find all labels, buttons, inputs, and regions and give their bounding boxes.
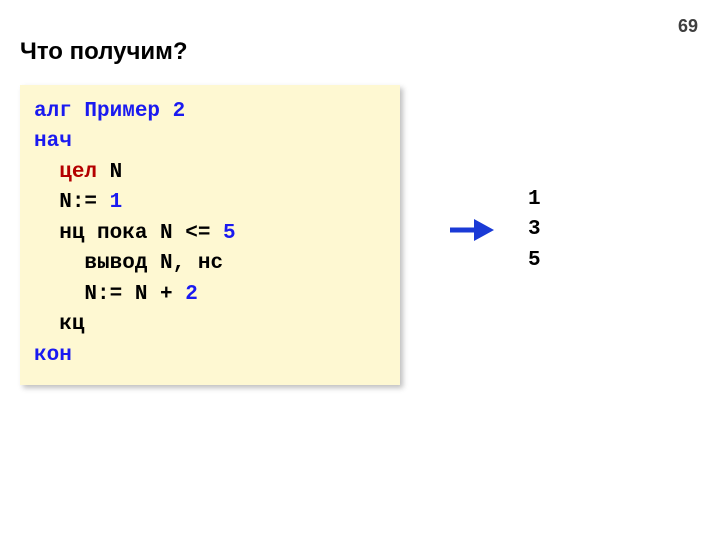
loop-end: кц — [59, 313, 84, 336]
code-line-2: нач — [34, 127, 386, 157]
keyword-int: цел — [59, 161, 97, 184]
keyword-end: кон — [34, 344, 72, 367]
keyword-alg: алг — [34, 100, 72, 123]
output-line-2: 3 — [528, 215, 541, 245]
literal-2: 2 — [173, 283, 198, 306]
increment-lhs: N:= N + — [84, 283, 172, 306]
print-stmt: вывод N, нс — [84, 252, 223, 275]
code-line-8: кц — [34, 310, 386, 340]
code-block: алг Пример 2 нач цел N N:= 1 нц пока N <… — [20, 85, 400, 385]
code-line-5: нц пока N <= 5 — [34, 219, 386, 249]
output-block: 1 3 5 — [528, 185, 541, 276]
page-number: 69 — [678, 16, 698, 37]
arrow-icon — [448, 215, 494, 245]
loop-header: нц пока N <= — [59, 222, 210, 245]
code-line-4: N:= 1 — [34, 188, 386, 218]
code-line-6: вывод N, нс — [34, 249, 386, 279]
output-line-3: 5 — [528, 246, 541, 276]
slide-title: Что получим? — [20, 38, 188, 66]
code-line-3: цел N — [34, 158, 386, 188]
assign-lhs: N:= — [59, 191, 97, 214]
literal-5: 5 — [210, 222, 235, 245]
code-line-1: алг Пример 2 — [34, 97, 386, 127]
var-decl: N — [97, 161, 122, 184]
keyword-begin: нач — [34, 130, 72, 153]
literal-1: 1 — [97, 191, 122, 214]
code-line-9: кон — [34, 341, 386, 371]
code-line-7: N:= N + 2 — [34, 280, 386, 310]
output-line-1: 1 — [528, 185, 541, 215]
program-name: Пример 2 — [72, 100, 185, 123]
